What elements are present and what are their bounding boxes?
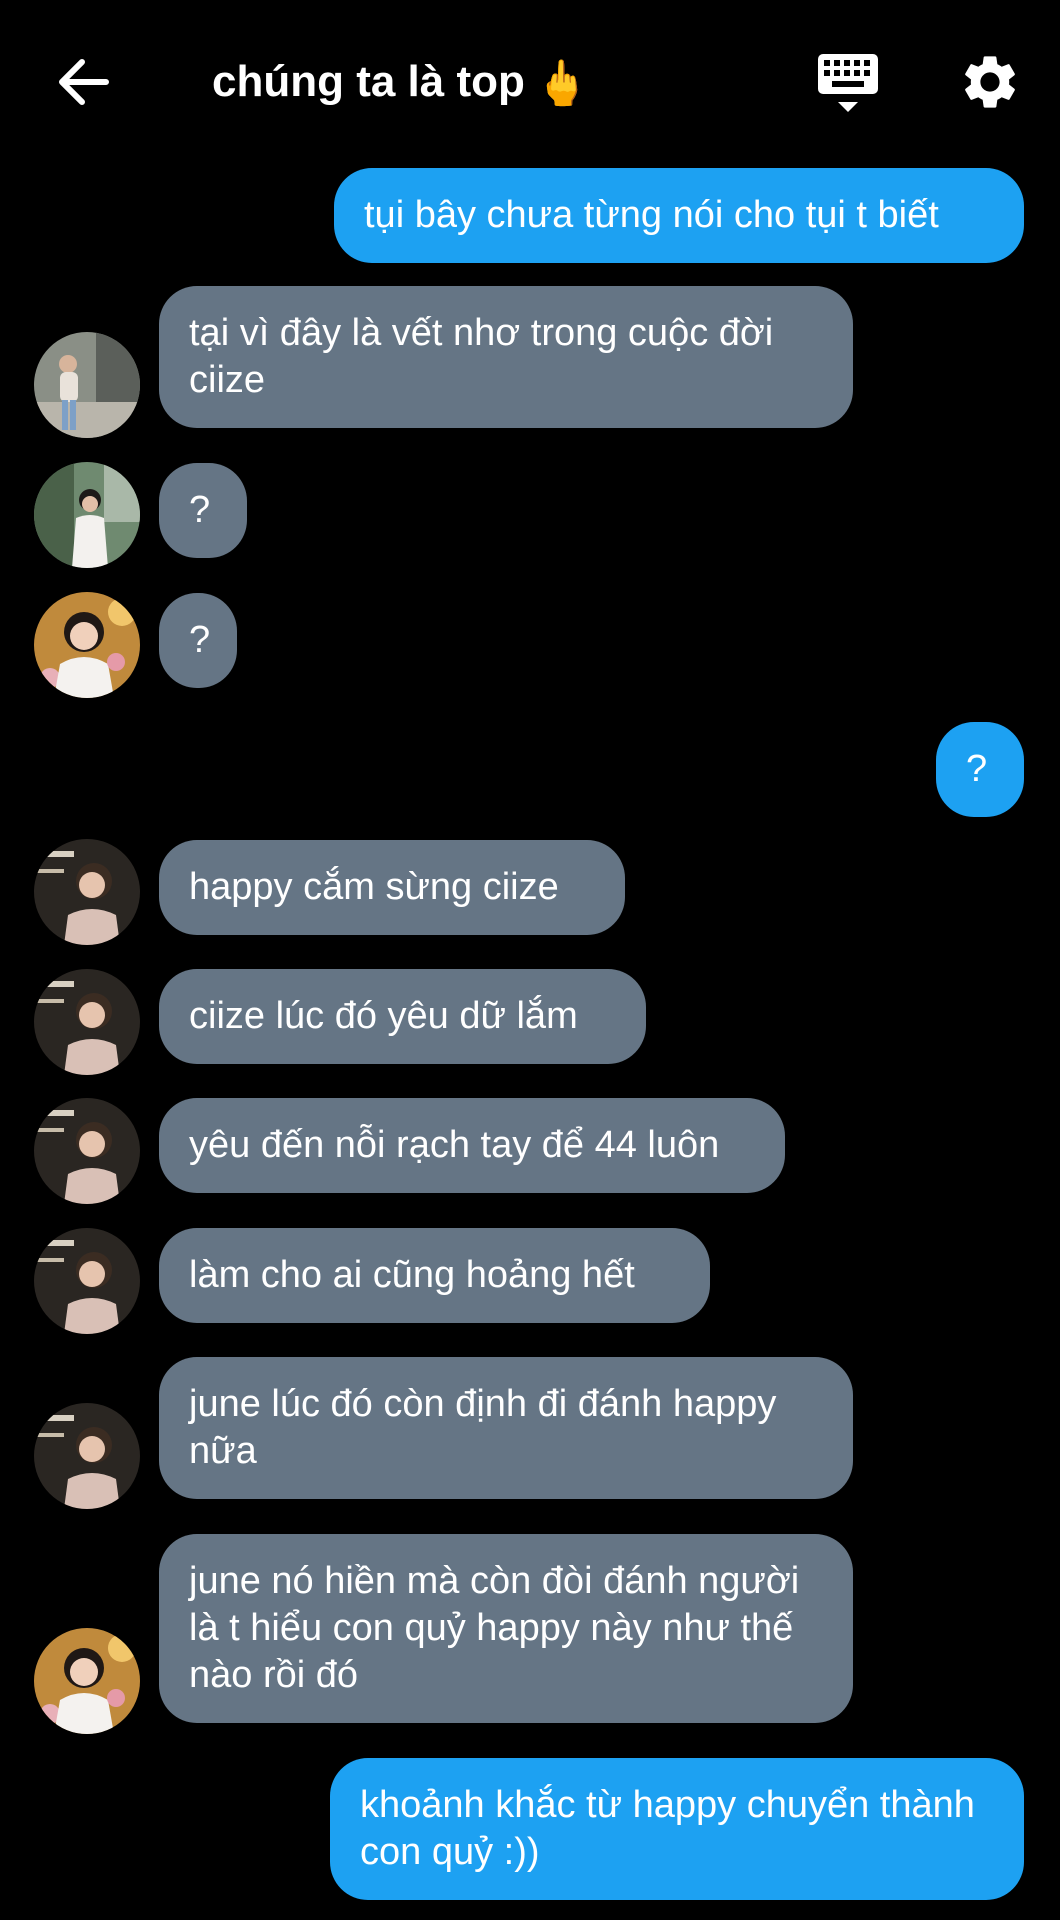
avatar[interactable] <box>34 462 140 568</box>
avatar[interactable] <box>34 1628 140 1734</box>
message-bubble-incoming[interactable]: ? <box>159 463 247 558</box>
avatar[interactable] <box>34 1098 140 1204</box>
settings-button[interactable] <box>958 50 1022 114</box>
message-bubble-incoming[interactable]: happy cắm sừng ciize <box>159 840 625 935</box>
gear-icon <box>965 56 1015 108</box>
avatar[interactable] <box>34 1403 140 1509</box>
chat-header: chúng ta là top 🖕 <box>0 0 1060 160</box>
avatar[interactable] <box>34 1228 140 1334</box>
message-bubble-incoming[interactable]: ? <box>159 593 237 688</box>
chat-title: chúng ta là top 🖕 <box>212 54 590 112</box>
message-bubble-outgoing[interactable]: ? <box>936 722 1024 817</box>
message-bubble-incoming[interactable]: june lúc đó còn định đi đánh happy nữa <box>159 1357 853 1499</box>
avatar[interactable] <box>34 969 140 1075</box>
arrow-left-icon <box>59 59 109 105</box>
message-bubble-incoming[interactable]: làm cho ai cũng hoảng hết <box>159 1228 710 1323</box>
avatar[interactable] <box>34 839 140 945</box>
chat-title-text: chúng ta là top <box>212 57 525 106</box>
title-emoji: 🖕 <box>534 59 590 108</box>
message-bubble-incoming[interactable]: ciize lúc đó yêu dữ lắm <box>159 969 646 1064</box>
keyboard-button[interactable] <box>814 50 882 118</box>
message-bubble-incoming[interactable]: june nó hiền mà còn đòi đánh người là t … <box>159 1534 853 1723</box>
message-bubble-outgoing[interactable]: khoảnh khắc từ happy chuyển thành con qu… <box>330 1758 1024 1900</box>
keyboard-icon <box>818 54 878 112</box>
message-bubble-incoming[interactable]: tại vì đây là vết nhơ trong cuộc đời cii… <box>159 286 853 428</box>
avatar[interactable] <box>34 592 140 698</box>
message-bubble-incoming[interactable]: yêu đến nỗi rạch tay để 44 luôn <box>159 1098 785 1193</box>
message-bubble-outgoing[interactable]: tụi bây chưa từng nói cho tụi t biết <box>334 168 1024 263</box>
avatar[interactable] <box>34 332 140 438</box>
back-button[interactable] <box>52 50 116 114</box>
